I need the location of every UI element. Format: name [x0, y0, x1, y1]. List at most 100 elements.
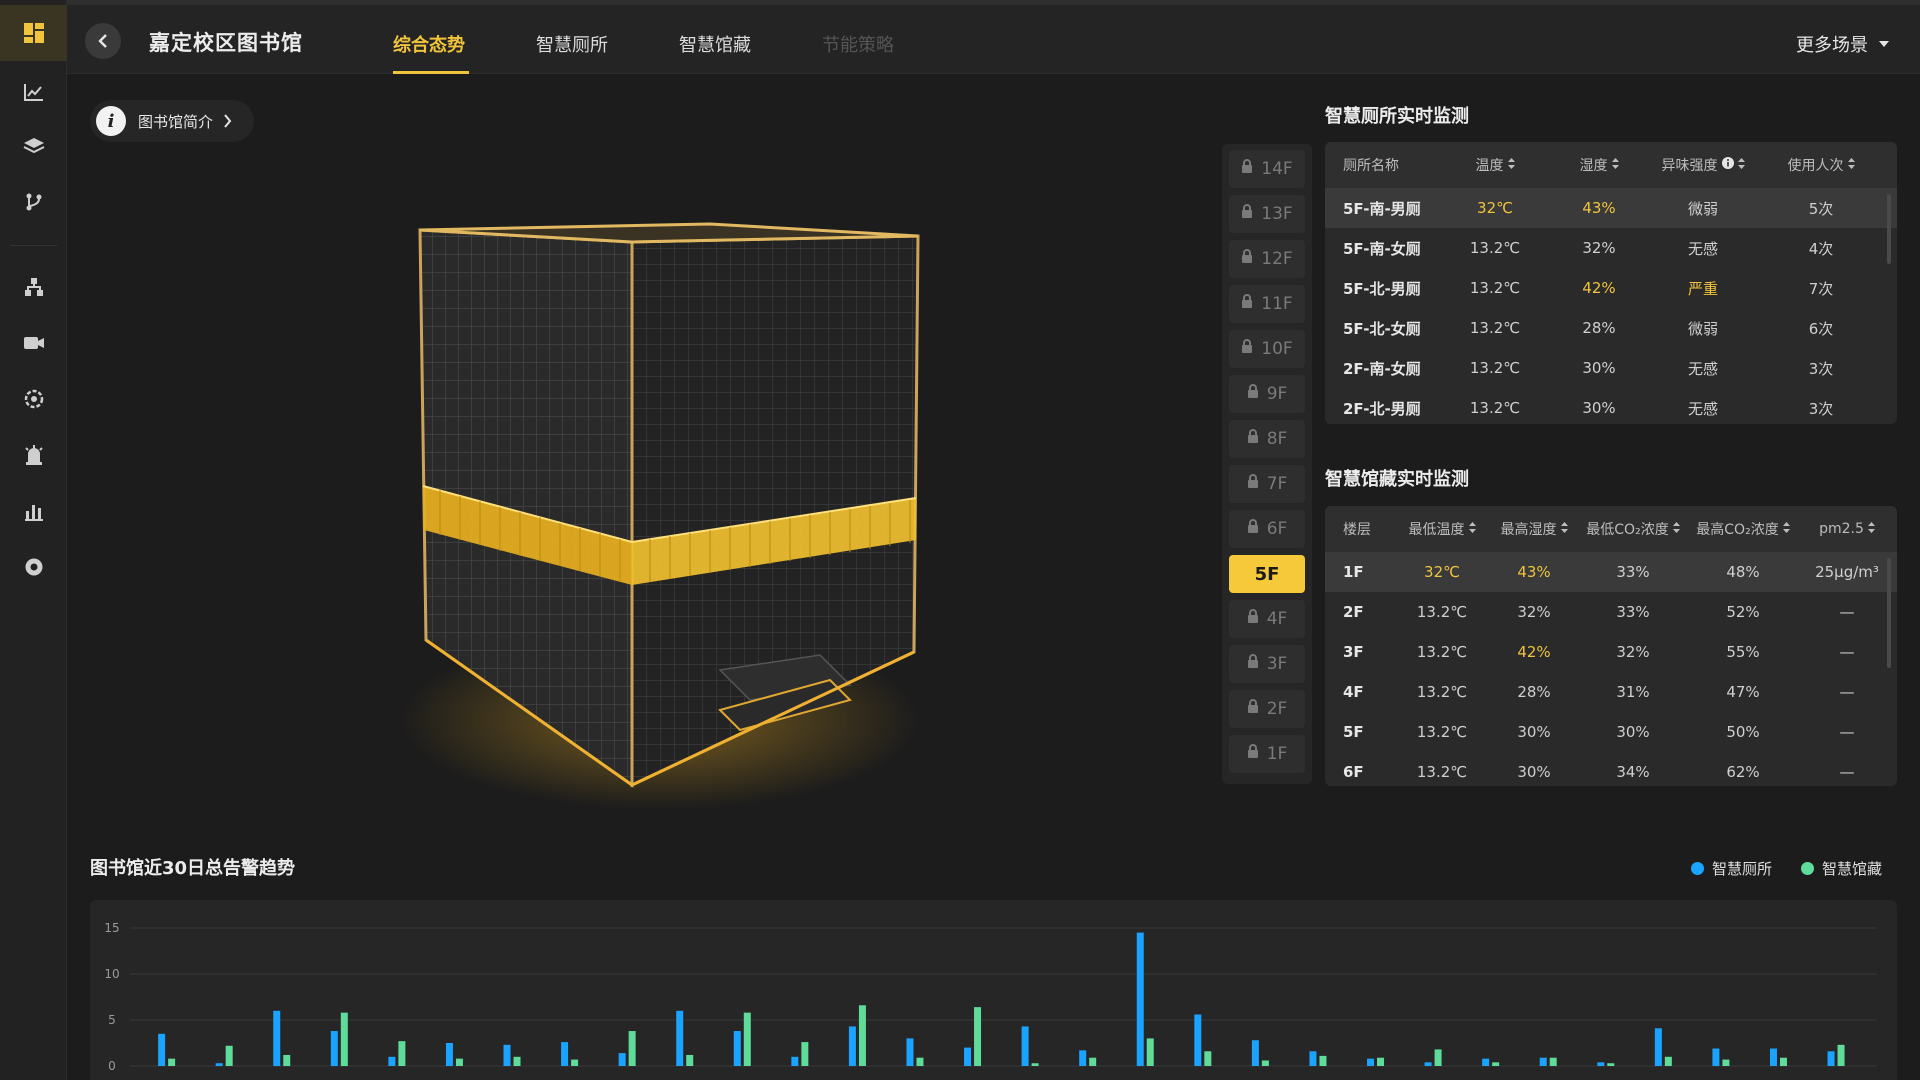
floor-button-9f[interactable]: 9F: [1229, 375, 1305, 413]
branch-icon[interactable]: [0, 180, 67, 224]
bar-toilet-12[interactable]: [791, 1056, 799, 1066]
legend-item-toilet[interactable]: 智慧厕所: [1691, 858, 1772, 879]
column-header[interactable]: 温度: [1443, 155, 1547, 175]
bar-collection-8[interactable]: [571, 1059, 579, 1066]
bar-collection-17[interactable]: [1089, 1057, 1097, 1066]
camera-icon[interactable]: [0, 321, 67, 365]
bar-toilet-21[interactable]: [1309, 1051, 1317, 1066]
bar-toilet-3[interactable]: [273, 1010, 281, 1066]
sort-icon[interactable]: [1779, 521, 1790, 537]
floor-button-3f[interactable]: 3F: [1229, 645, 1305, 683]
bar-collection-11[interactable]: [743, 1012, 751, 1066]
table-row[interactable]: 5F-北-女厕 13.2℃ 28% 微弱 6次: [1325, 308, 1897, 348]
floor-button-5f[interactable]: 5F: [1229, 555, 1305, 593]
column-header[interactable]: 最高CO₂浓度: [1685, 519, 1801, 539]
bar-toilet-30[interactable]: [1827, 1051, 1835, 1066]
column-header[interactable]: pm2.5: [1801, 521, 1893, 537]
floor-button-12f[interactable]: 12F: [1229, 240, 1305, 278]
bar-collection-15[interactable]: [974, 1007, 982, 1066]
tab-energy-strategy[interactable]: 节能策略: [822, 31, 894, 57]
building-3d-model[interactable]: [380, 200, 960, 820]
bar-collection-10[interactable]: [686, 1054, 694, 1066]
bar-collection-3[interactable]: [283, 1054, 291, 1066]
bar-collection-20[interactable]: [1261, 1060, 1269, 1066]
bar-toilet-20[interactable]: [1251, 1040, 1259, 1066]
column-header[interactable]: 最低CO₂浓度: [1581, 519, 1685, 539]
bar-chart-icon[interactable]: [0, 489, 67, 533]
layers-icon[interactable]: [0, 125, 67, 169]
bar-toilet-2[interactable]: [215, 1063, 223, 1066]
sort-icon[interactable]: [1465, 521, 1476, 537]
bar-collection-12[interactable]: [801, 1042, 809, 1066]
bar-toilet-4[interactable]: [330, 1031, 338, 1066]
legend-item-collection[interactable]: 智慧馆藏: [1801, 858, 1882, 879]
bar-collection-22[interactable]: [1377, 1057, 1385, 1066]
bar-collection-14[interactable]: [916, 1057, 924, 1066]
floor-button-4f[interactable]: 4F: [1229, 600, 1305, 638]
column-header[interactable]: 最高湿度: [1487, 519, 1581, 539]
floor-button-2f[interactable]: 2F: [1229, 690, 1305, 728]
tab-smart-collection[interactable]: 智慧馆藏: [679, 31, 751, 57]
bar-toilet-15[interactable]: [964, 1047, 972, 1066]
table-row[interactable]: 6F 13.2℃ 30% 34% 62% —: [1325, 752, 1897, 786]
bar-toilet-5[interactable]: [388, 1056, 396, 1066]
column-header[interactable]: 湿度: [1547, 155, 1651, 175]
table-scrollbar[interactable]: [1887, 558, 1891, 668]
table-row[interactable]: 5F-北-男厕 13.2℃ 42% 严重 7次: [1325, 268, 1897, 308]
bar-collection-2[interactable]: [225, 1045, 233, 1066]
bar-collection-21[interactable]: [1319, 1055, 1327, 1066]
table-row[interactable]: 2F-南-女厕 13.2℃ 30% 无感 3次: [1325, 348, 1897, 388]
bar-collection-5[interactable]: [398, 1041, 406, 1066]
back-button[interactable]: [85, 23, 121, 59]
sort-icon[interactable]: [1608, 157, 1619, 173]
table-row[interactable]: 2F-北-男厕 13.2℃ 30% 无感 3次: [1325, 388, 1897, 424]
table-row[interactable]: 5F-南-男厕 32℃ 43% 微弱 5次: [1325, 188, 1897, 228]
bar-collection-18[interactable]: [1146, 1038, 1154, 1066]
floor-button-8f[interactable]: 8F: [1229, 420, 1305, 458]
bar-toilet-11[interactable]: [733, 1031, 741, 1066]
bar-collection-25[interactable]: [1549, 1057, 1557, 1066]
table-row[interactable]: 2F 13.2℃ 32% 33% 52% —: [1325, 592, 1897, 632]
bar-toilet-25[interactable]: [1539, 1057, 1547, 1066]
table-row[interactable]: 4F 13.2℃ 28% 31% 47% —: [1325, 672, 1897, 712]
floor-button-11f[interactable]: 11F: [1229, 285, 1305, 323]
sort-icon[interactable]: [1669, 521, 1680, 537]
bar-collection-28[interactable]: [1722, 1059, 1730, 1066]
table-scrollbar[interactable]: [1887, 194, 1891, 264]
bar-collection-6[interactable]: [455, 1058, 463, 1066]
bar-collection-29[interactable]: [1779, 1057, 1787, 1066]
bar-toilet-7[interactable]: [503, 1044, 511, 1066]
column-header[interactable]: 使用人次: [1755, 155, 1887, 175]
bar-toilet-13[interactable]: [848, 1026, 856, 1066]
line-chart-icon[interactable]: [0, 70, 67, 114]
bar-toilet-27[interactable]: [1654, 1028, 1662, 1066]
floor-button-7f[interactable]: 7F: [1229, 465, 1305, 503]
bar-collection-27[interactable]: [1664, 1056, 1672, 1066]
dashboard-icon[interactable]: [0, 5, 67, 61]
bar-toilet-14[interactable]: [906, 1038, 914, 1066]
bar-toilet-9[interactable]: [618, 1053, 626, 1066]
table-row[interactable]: 1F 32℃ 43% 33% 48% 25μg/m³: [1325, 552, 1897, 592]
bar-collection-30[interactable]: [1837, 1044, 1845, 1066]
bar-toilet-26[interactable]: [1597, 1062, 1605, 1066]
sort-icon[interactable]: [1844, 157, 1855, 173]
bar-toilet-28[interactable]: [1712, 1048, 1720, 1066]
alarm-icon[interactable]: [0, 433, 67, 477]
bar-collection-26[interactable]: [1607, 1063, 1615, 1066]
bar-toilet-18[interactable]: [1136, 932, 1144, 1066]
settings-gear-icon[interactable]: [0, 377, 67, 421]
bar-toilet-16[interactable]: [1021, 1026, 1029, 1066]
bar-toilet-1[interactable]: [158, 1033, 166, 1066]
bar-toilet-6[interactable]: [445, 1043, 453, 1066]
more-scenes-dropdown[interactable]: 更多场景: [1796, 31, 1890, 57]
bar-collection-4[interactable]: [340, 1012, 348, 1066]
bar-collection-19[interactable]: [1204, 1051, 1212, 1066]
table-row[interactable]: 5F-南-女厕 13.2℃ 32% 无感 4次: [1325, 228, 1897, 268]
sort-icon[interactable]: [1557, 521, 1568, 537]
bar-toilet-17[interactable]: [1079, 1050, 1087, 1066]
bar-toilet-8[interactable]: [561, 1042, 569, 1066]
record-icon[interactable]: [0, 545, 67, 589]
tab-overview[interactable]: 综合态势: [393, 31, 465, 57]
floor-button-10f[interactable]: 10F: [1229, 330, 1305, 368]
column-header[interactable]: 最低温度: [1397, 519, 1487, 539]
